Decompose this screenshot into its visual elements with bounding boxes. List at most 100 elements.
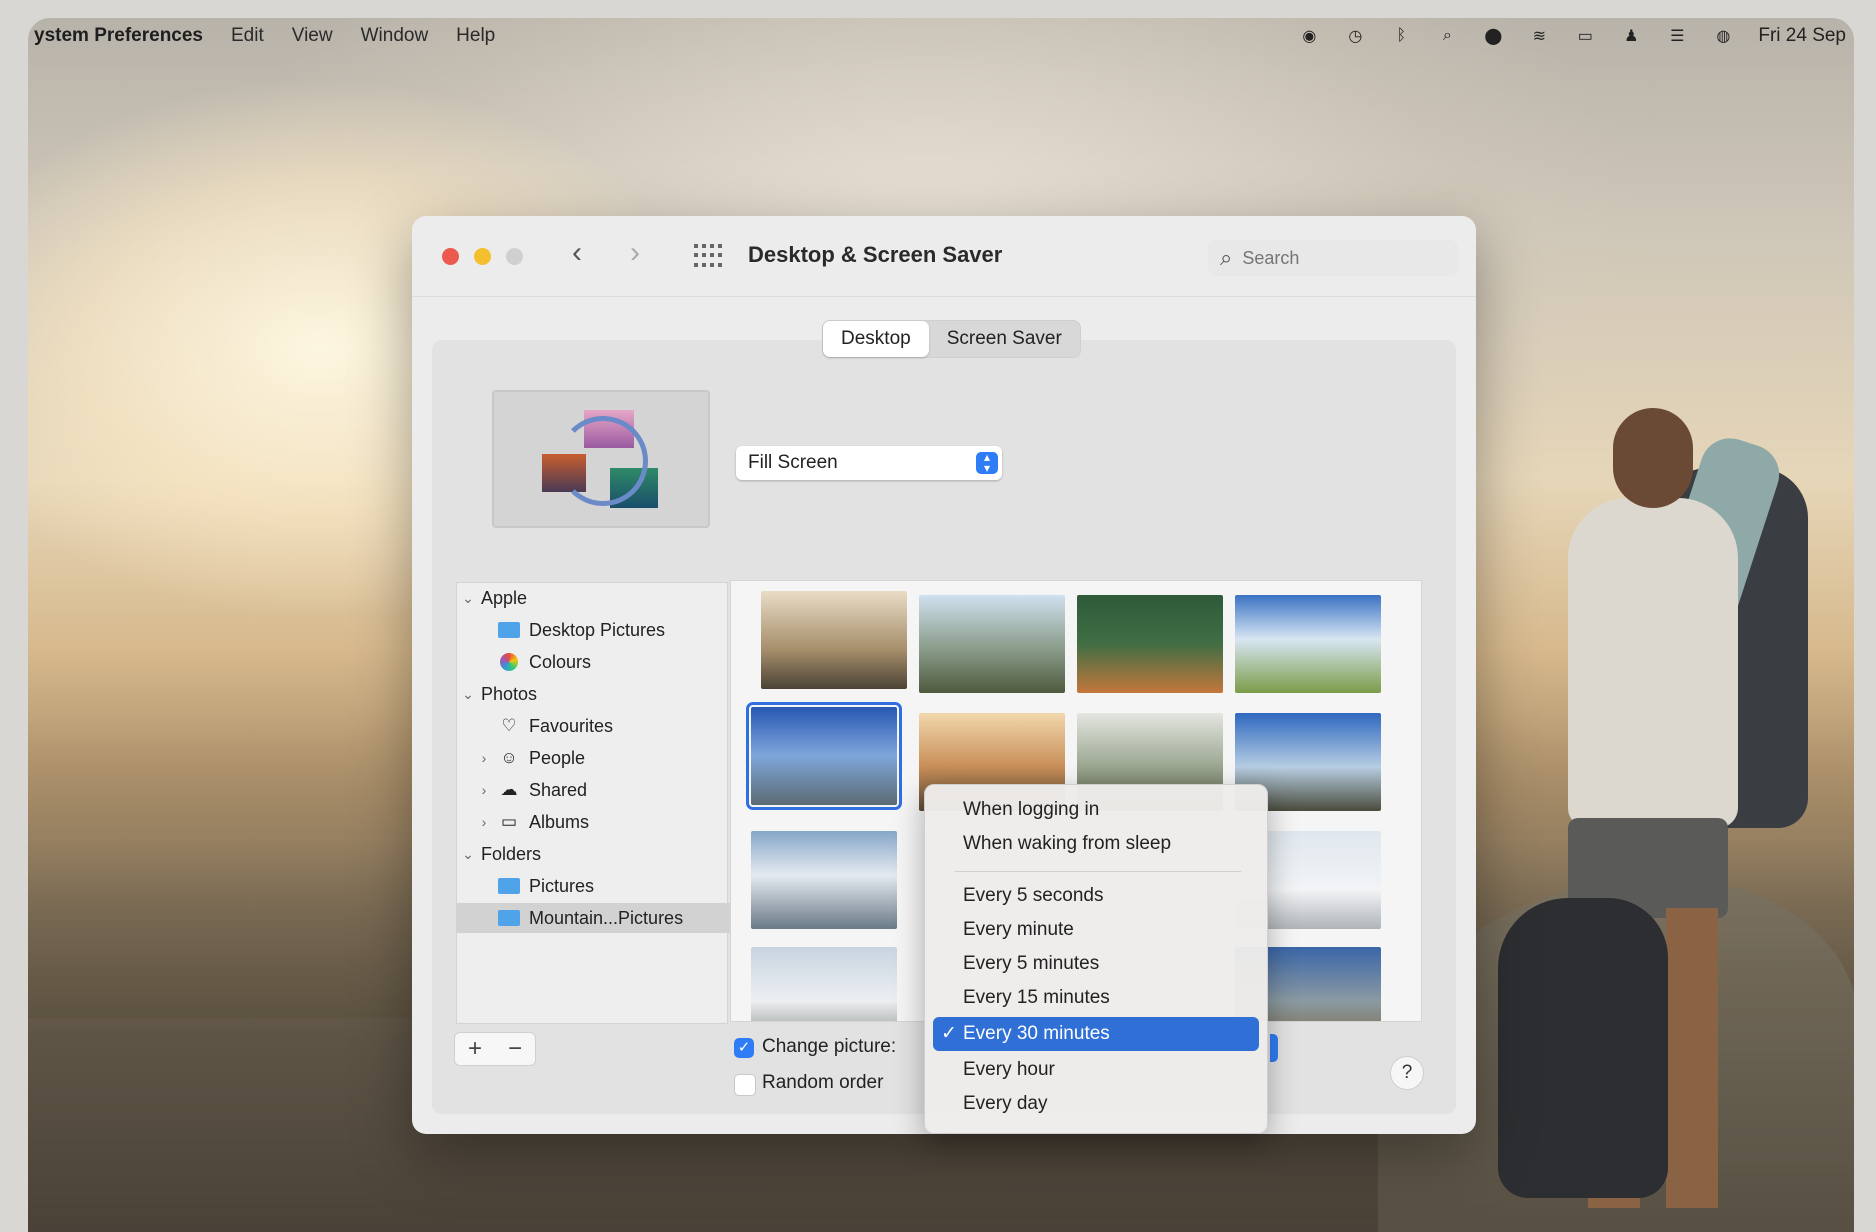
menu-item-every-5-seconds[interactable]: Every 5 seconds <box>933 879 1259 913</box>
chevron-right-icon[interactable]: › <box>477 782 491 798</box>
thumbnail[interactable] <box>1235 595 1381 693</box>
clock-icon[interactable]: ◷ <box>1344 25 1366 47</box>
sidebar-item-mountain-pictures[interactable]: Mountain...Pictures <box>457 903 767 933</box>
menu-separator <box>955 871 1241 872</box>
search-field[interactable]: ⌕ <box>1208 240 1458 276</box>
sidebar-item-photos[interactable]: ⌄ Photos <box>457 679 731 709</box>
help-button[interactable]: ? <box>1390 1056 1424 1090</box>
sidebar-item-label: Shared <box>529 779 588 800</box>
sidebar-item-folders[interactable]: ⌄ Folders <box>457 839 731 869</box>
folder-icon <box>497 876 521 896</box>
menu-item-every-hour[interactable]: Every hour <box>933 1053 1259 1087</box>
menu-item-every-15-minutes[interactable]: Every 15 minutes <box>933 981 1259 1015</box>
tab-bar: Desktop Screen Saver <box>822 320 1081 358</box>
sidebar-item-apple[interactable]: ⌄ Apple <box>457 583 731 613</box>
checkmark-icon: ✓ <box>941 1023 957 1044</box>
cloud-icon: ☁ <box>500 780 518 799</box>
random-order-checkbox[interactable] <box>734 1074 756 1096</box>
sidebar-item-label: Pictures <box>529 875 595 896</box>
chevron-down-icon[interactable]: ⌄ <box>461 590 475 607</box>
random-order-label: Random order <box>762 1072 884 1093</box>
backpack-on-ground <box>1498 898 1668 1198</box>
heart-icon: ♡ <box>501 716 517 735</box>
menu-item-when-logging-in[interactable]: When logging in <box>933 793 1259 827</box>
sidebar-item-pictures[interactable]: Pictures <box>457 871 767 901</box>
sidebar-item-label: Favourites <box>529 715 614 736</box>
select-stepper-icon: ▴ ▾ <box>976 451 998 474</box>
menu-window[interactable]: Window <box>361 25 429 47</box>
chevron-right-icon[interactable]: › <box>477 814 491 830</box>
tab-screen-saver[interactable]: Screen Saver <box>929 321 1080 357</box>
thumbnail[interactable] <box>761 591 907 689</box>
forward-button[interactable]: › <box>630 236 640 270</box>
menu-edit[interactable]: Edit <box>231 25 264 47</box>
source-sidebar: ⌄ Apple Desktop Pictures Colours ⌄ Photo… <box>456 582 767 1024</box>
menu-item-label: Every 30 minutes <box>963 1023 1110 1044</box>
change-picture-checkbox[interactable]: ✓ <box>734 1038 754 1058</box>
sidebar-item-label: Mountain...Pictures <box>529 907 684 928</box>
fill-mode-value: Fill Screen <box>748 452 838 473</box>
close-button[interactable] <box>442 248 459 265</box>
thumbnail[interactable] <box>1077 595 1223 693</box>
change-interval-menu: When logging in When waking from sleep E… <box>924 784 1268 1134</box>
thumbnail-selected[interactable] <box>746 702 902 810</box>
app-menu[interactable]: ystem Preferences <box>34 25 203 47</box>
menu-item-every-5-minutes[interactable]: Every 5 minutes <box>933 947 1259 981</box>
bluetooth-icon[interactable]: ᛒ <box>1390 25 1412 47</box>
menu-help[interactable]: Help <box>456 25 495 47</box>
interval-popup-edge[interactable] <box>1270 1034 1278 1062</box>
siri-icon[interactable]: ◍ <box>1712 25 1734 47</box>
add-remove-control: + − <box>454 1032 536 1066</box>
search-icon: ⌕ <box>1220 245 1233 270</box>
sidebar-item-albums[interactable]: › ▭ Albums <box>457 807 747 837</box>
sidebar-item-shared[interactable]: › ☁ Shared <box>457 775 747 805</box>
fill-mode-select[interactable]: Fill Screen ▴ ▾ <box>736 446 1002 480</box>
sidebar-item-desktop-pictures[interactable]: Desktop Pictures <box>457 615 767 645</box>
menu-item-every-day[interactable]: Every day <box>933 1087 1259 1121</box>
zoom-button <box>506 248 523 265</box>
sidebar-item-people[interactable]: › ☺ People <box>457 743 747 773</box>
sidebar-item-favourites[interactable]: ♡ Favourites <box>457 711 767 741</box>
control-center-icon[interactable]: ☰ <box>1666 25 1688 47</box>
change-picture-label: Change picture: <box>762 1036 897 1057</box>
user-circle-icon[interactable]: ◉ <box>1298 25 1320 47</box>
back-button[interactable]: ‹ <box>572 236 582 270</box>
tab-desktop[interactable]: Desktop <box>823 321 929 357</box>
window-title: Desktop & Screen Saver <box>748 242 1003 267</box>
person-icon: ☺ <box>500 748 518 767</box>
search-icon[interactable]: ⌕ <box>1436 25 1458 47</box>
wifi-icon[interactable]: ≋ <box>1528 25 1550 47</box>
chevron-down-icon[interactable]: ⌄ <box>461 846 475 863</box>
menu-item-every-minute[interactable]: Every minute <box>933 913 1259 947</box>
thumbnail[interactable] <box>751 947 897 1021</box>
menu-item-when-waking[interactable]: When waking from sleep <box>933 827 1259 861</box>
battery-icon[interactable]: ▭ <box>1574 25 1596 47</box>
menu-item-every-30-minutes[interactable]: ✓ Every 30 minutes <box>933 1017 1259 1051</box>
sidebar-item-colours[interactable]: Colours <box>457 647 767 677</box>
minimize-button[interactable] <box>474 248 491 265</box>
wallpaper-preview <box>492 390 710 528</box>
sidebar-item-label: Albums <box>529 811 590 832</box>
thumbnail[interactable] <box>919 595 1065 693</box>
rotate-arrows-icon <box>558 416 648 506</box>
sidebar-item-label: Folders <box>481 843 542 864</box>
sidebar-item-label: People <box>529 747 586 768</box>
show-all-grid-icon[interactable] <box>694 244 722 268</box>
album-icon: ▭ <box>500 812 518 831</box>
chevron-down-icon[interactable]: ⌄ <box>461 686 475 703</box>
colour-wheel-icon <box>497 652 521 672</box>
thumbnail[interactable] <box>751 831 897 929</box>
user-icon[interactable]: ♟ <box>1620 25 1642 47</box>
menubar-clock[interactable]: Fri 24 Sep <box>1758 25 1846 47</box>
window-titlebar: ‹ › Desktop & Screen Saver ⌕ <box>412 216 1476 297</box>
vpn-icon[interactable]: ⬤ <box>1482 25 1504 47</box>
menu-view[interactable]: View <box>292 25 333 47</box>
search-input[interactable] <box>1240 246 1425 270</box>
folder-icon <box>497 908 521 928</box>
remove-folder-button[interactable]: − <box>495 1035 535 1063</box>
folder-icon <box>497 620 521 640</box>
chevron-right-icon[interactable]: › <box>477 750 491 766</box>
sidebar-item-label: Apple <box>481 587 528 608</box>
menu-bar: ystem Preferences Edit View Window Help … <box>28 18 1854 54</box>
add-folder-button[interactable]: + <box>455 1035 495 1063</box>
